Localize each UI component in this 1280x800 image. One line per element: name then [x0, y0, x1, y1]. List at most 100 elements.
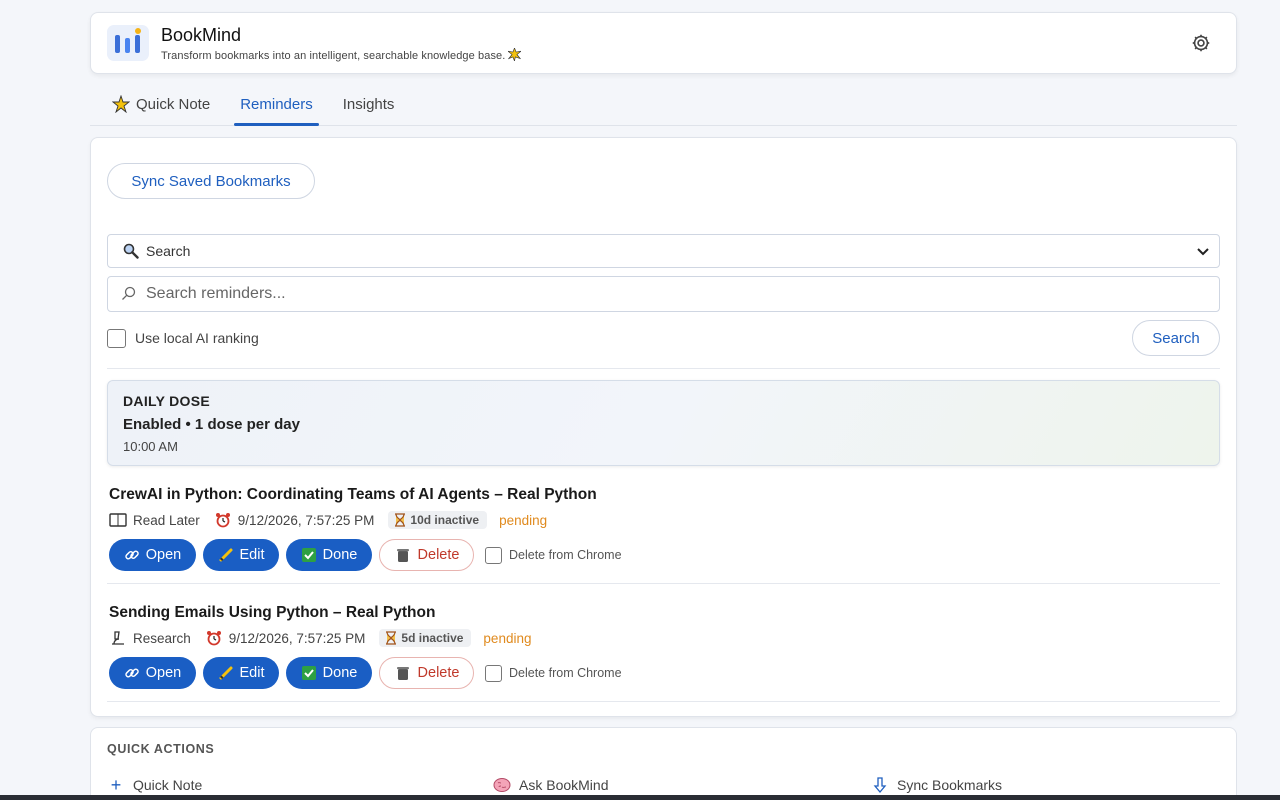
- reminders-panel: Sync Saved Bookmarks Search Use local AI…: [90, 137, 1237, 717]
- app-header: BookMind Transform bookmarks into an int…: [90, 12, 1237, 74]
- edit-button[interactable]: Edit: [203, 539, 279, 571]
- check-box-icon: [301, 666, 316, 680]
- delete-label: Delete: [417, 665, 460, 681]
- sparkle-icon: [508, 47, 522, 61]
- hourglass-icon: [395, 513, 406, 527]
- reminder-meta: Research 9/12/2026, 7:57:25 PM 5d inacti…: [109, 629, 1218, 647]
- delete-from-chrome-label: Delete from Chrome: [509, 548, 622, 562]
- bookmind-logo: [107, 25, 149, 61]
- download-arrow-icon: [873, 777, 887, 794]
- daily-dose-card: DAILY DOSE Enabled • 1 dose per day 10:0…: [107, 380, 1220, 466]
- done-label: Done: [322, 665, 358, 681]
- app-title: BookMind: [161, 24, 242, 45]
- quick-action-label: Ask BookMind: [519, 777, 609, 793]
- brand: BookMind Transform bookmarks into an int…: [161, 24, 522, 62]
- status-label: pending: [483, 630, 532, 646]
- quick-action-label: Sync Bookmarks: [897, 777, 1003, 793]
- chevron-down-icon: [1197, 248, 1209, 256]
- inactive-badge: 10d inactive: [388, 511, 488, 529]
- tab-reminders[interactable]: Reminders: [234, 96, 319, 126]
- plus-icon: +: [110, 774, 122, 795]
- ai-ranking-label: Use local AI ranking: [135, 330, 259, 346]
- quick-action-sync-bookmarks[interactable]: Sync Bookmarks: [871, 776, 1002, 794]
- tab-quick-note[interactable]: Quick Note: [108, 95, 214, 125]
- app-subtitle-row: Transform bookmarks into an intelligent,…: [161, 47, 522, 62]
- quick-actions-card: QUICK ACTIONS + Quick Note Ask BookMind …: [90, 727, 1237, 800]
- ai-ranking-checkbox[interactable]: [107, 328, 126, 348]
- done-label: Done: [322, 547, 358, 563]
- trash-icon: [396, 667, 409, 680]
- reminder-item: Sending Emails Using Python – Real Pytho…: [107, 584, 1220, 702]
- app-container: BookMind Transform bookmarks into an int…: [90, 12, 1237, 800]
- search-button[interactable]: Search: [1132, 320, 1220, 356]
- status-label: pending: [499, 512, 548, 528]
- quick-action-label: Quick Note: [133, 777, 203, 793]
- reminder-item: CrewAI in Python: Coordinating Teams of …: [107, 466, 1220, 584]
- settings-gear-icon[interactable]: [1190, 32, 1212, 54]
- check-box-icon: [301, 548, 316, 562]
- delete-from-chrome-option[interactable]: Delete from Chrome: [485, 664, 622, 682]
- ai-ranking-row: Use local AI ranking Search: [107, 320, 1220, 356]
- delete-button[interactable]: Delete: [379, 657, 474, 689]
- reminder-search-field: [107, 276, 1220, 312]
- reminder-category: Read Later: [133, 512, 200, 528]
- pencil-icon: [219, 548, 232, 562]
- quick-actions-row: + Quick Note Ask BookMind Sync Bookmarks: [107, 774, 1220, 795]
- reminder-title: CrewAI in Python: Coordinating Teams of …: [109, 486, 597, 503]
- reminder-actions: Open Edit Done Delete Delete from Chrome: [109, 539, 1218, 571]
- quick-action-ask-bookmind[interactable]: Ask BookMind: [493, 776, 871, 794]
- open-button[interactable]: Open: [109, 539, 196, 571]
- alarm-clock-icon: [206, 631, 221, 646]
- delete-from-chrome-checkbox[interactable]: [485, 546, 502, 564]
- reminder-datetime: 9/12/2026, 7:57:25 PM: [237, 512, 375, 528]
- delete-label: Delete: [417, 547, 460, 563]
- app-subtitle: Transform bookmarks into an intelligent,…: [161, 49, 506, 62]
- inactive-text: 10d inactive: [410, 513, 480, 527]
- delete-button[interactable]: Delete: [379, 539, 474, 571]
- open-button[interactable]: Open: [109, 657, 196, 689]
- mode-select-value: Search: [146, 243, 191, 259]
- reminder-category: Research: [133, 630, 191, 646]
- tab-label: Insights: [342, 96, 395, 113]
- edit-button[interactable]: Edit: [203, 657, 279, 689]
- edit-label: Edit: [239, 547, 265, 563]
- reminder-datetime: 9/12/2026, 7:57:25 PM: [228, 630, 366, 646]
- quick-action-quick-note[interactable]: + Quick Note: [107, 774, 493, 795]
- tab-insights[interactable]: Insights: [339, 96, 399, 125]
- brain-icon: [493, 778, 511, 792]
- sparkle-star-icon: [112, 95, 130, 113]
- pencil-icon: [219, 666, 232, 680]
- done-button[interactable]: Done: [286, 539, 372, 571]
- reminder-meta: Read Later 9/12/2026, 7:57:25 PM 10d ina…: [109, 511, 1218, 529]
- open-label: Open: [145, 665, 182, 681]
- reminder-actions: Open Edit Done Delete Delete from Chrome: [109, 657, 1218, 689]
- open-label: Open: [145, 547, 182, 563]
- tab-label: Quick Note: [136, 95, 211, 113]
- search-reminders-input[interactable]: [146, 285, 1207, 303]
- link-icon: [125, 668, 139, 678]
- book-icon: [109, 513, 127, 527]
- tab-label: Reminders: [240, 96, 313, 113]
- delete-from-chrome-option[interactable]: Delete from Chrome: [485, 546, 622, 564]
- alarm-clock-icon: [215, 513, 230, 528]
- link-icon: [125, 550, 139, 560]
- quick-actions-title: QUICK ACTIONS: [107, 742, 215, 756]
- delete-from-chrome-label: Delete from Chrome: [509, 666, 622, 680]
- window-bottom-edge: [0, 795, 1280, 800]
- divider: [107, 368, 1220, 369]
- daily-dose-time: 10:00 AM: [123, 439, 178, 454]
- done-button[interactable]: Done: [286, 657, 372, 689]
- daily-dose-heading: DAILY DOSE: [123, 393, 211, 409]
- delete-from-chrome-checkbox[interactable]: [485, 664, 502, 682]
- inactive-badge: 5d inactive: [379, 629, 472, 647]
- tab-bar: Quick Note Reminders Insights: [90, 74, 1237, 126]
- edit-label: Edit: [239, 665, 265, 681]
- magnifier-icon: [123, 243, 139, 259]
- mode-select[interactable]: Search: [107, 234, 1220, 268]
- reminder-title: Sending Emails Using Python – Real Pytho…: [109, 604, 436, 621]
- daily-dose-status: Enabled • 1 dose per day: [123, 416, 300, 433]
- sync-saved-bookmarks-button[interactable]: Sync Saved Bookmarks: [107, 163, 315, 199]
- microscope-icon: [112, 631, 124, 645]
- trash-icon: [396, 549, 409, 562]
- search-icon: [122, 286, 136, 300]
